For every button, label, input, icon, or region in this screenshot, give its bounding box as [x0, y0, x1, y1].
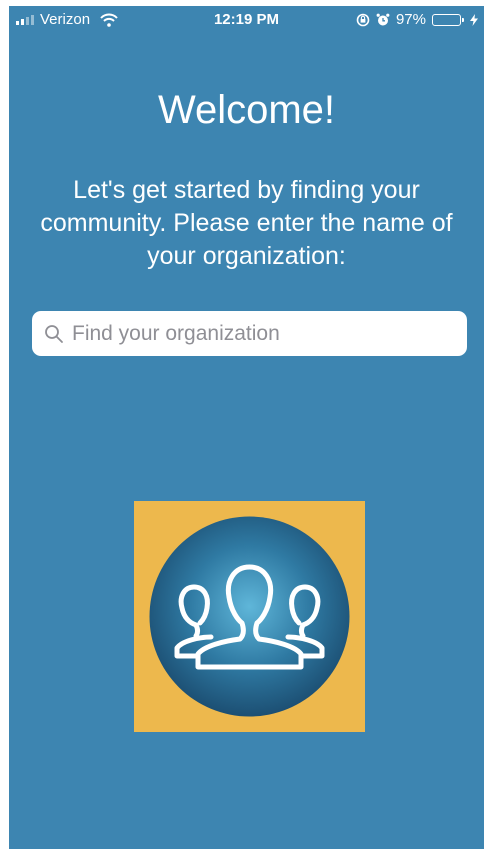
status-bar: Verizon 12:19 PM 97% — [9, 6, 484, 34]
community-logo — [134, 501, 365, 732]
alarm-icon — [376, 13, 390, 25]
battery-icon — [432, 13, 464, 26]
orientation-lock-icon — [356, 13, 370, 26]
community-icon — [149, 516, 350, 717]
welcome-title: Welcome! — [157, 88, 336, 132]
status-right: 97% — [356, 11, 478, 28]
organization-search-input[interactable] — [70, 320, 454, 347]
welcome-message: Let's get started by finding your commun… — [40, 176, 453, 270]
app-screen: Verizon 12:19 PM 97% Welcome! Let's get … — [9, 6, 484, 849]
search-icon — [45, 324, 63, 343]
search-bar[interactable] — [32, 311, 467, 356]
charging-icon — [470, 13, 478, 26]
battery-percent: 97% — [395, 11, 426, 28]
